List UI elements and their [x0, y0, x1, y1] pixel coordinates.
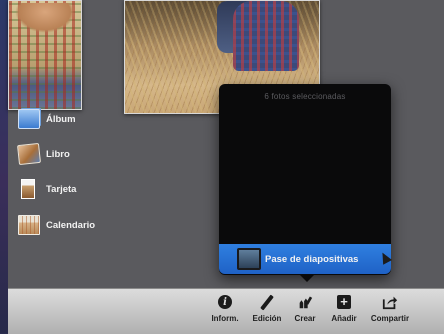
share-button[interactable]: Compartir [366, 292, 414, 332]
menu-item-album[interactable]: Álbum [0, 104, 172, 134]
menu-item-book[interactable]: Libro [0, 139, 172, 169]
photo-thumbnail[interactable] [8, 0, 82, 110]
menu-item-slideshow[interactable]: Pase de diapositivas [219, 244, 391, 274]
edit-button[interactable]: Edición [252, 292, 282, 332]
greeting-card-icon [21, 179, 35, 199]
info-button[interactable]: i Inform. [210, 292, 240, 332]
menu-item-label: Álbum [46, 113, 76, 125]
toolbar-button-label: Crear [294, 314, 316, 323]
menu-item-label: Calendario [46, 219, 96, 231]
menu-item-label: Libro [46, 148, 70, 160]
add-button[interactable]: + Añadir [328, 292, 360, 332]
toolbar-button-label: Compartir [370, 314, 410, 323]
toolbar-button-label: Edición [252, 314, 282, 323]
photo-album-icon [18, 109, 40, 129]
toolbar-button-label: Añadir [331, 314, 357, 323]
menu-item-label: Pase de diapositivas [265, 253, 359, 265]
menu-item-calendar[interactable]: Calendario [0, 210, 172, 240]
photo-book-icon [17, 142, 41, 166]
create-icon [297, 294, 313, 310]
menu-item-card[interactable]: Tarjeta [0, 174, 172, 204]
popover-caret [299, 274, 315, 282]
share-icon [382, 294, 398, 310]
toolbar-button-label: Inform. [211, 314, 239, 323]
slideshow-icon [237, 248, 261, 270]
calendar-icon [18, 215, 40, 235]
menu-item-label: Tarjeta [46, 183, 77, 195]
info-icon: i [217, 294, 233, 310]
selection-count-label: 6 fotos seleccionadas [264, 92, 346, 101]
bottom-toolbar: i Inform. Edición Crear + Añadir Compart… [8, 288, 444, 334]
add-icon: + [336, 294, 352, 310]
create-button[interactable]: Crear [290, 292, 320, 332]
pencil-icon [259, 294, 275, 310]
